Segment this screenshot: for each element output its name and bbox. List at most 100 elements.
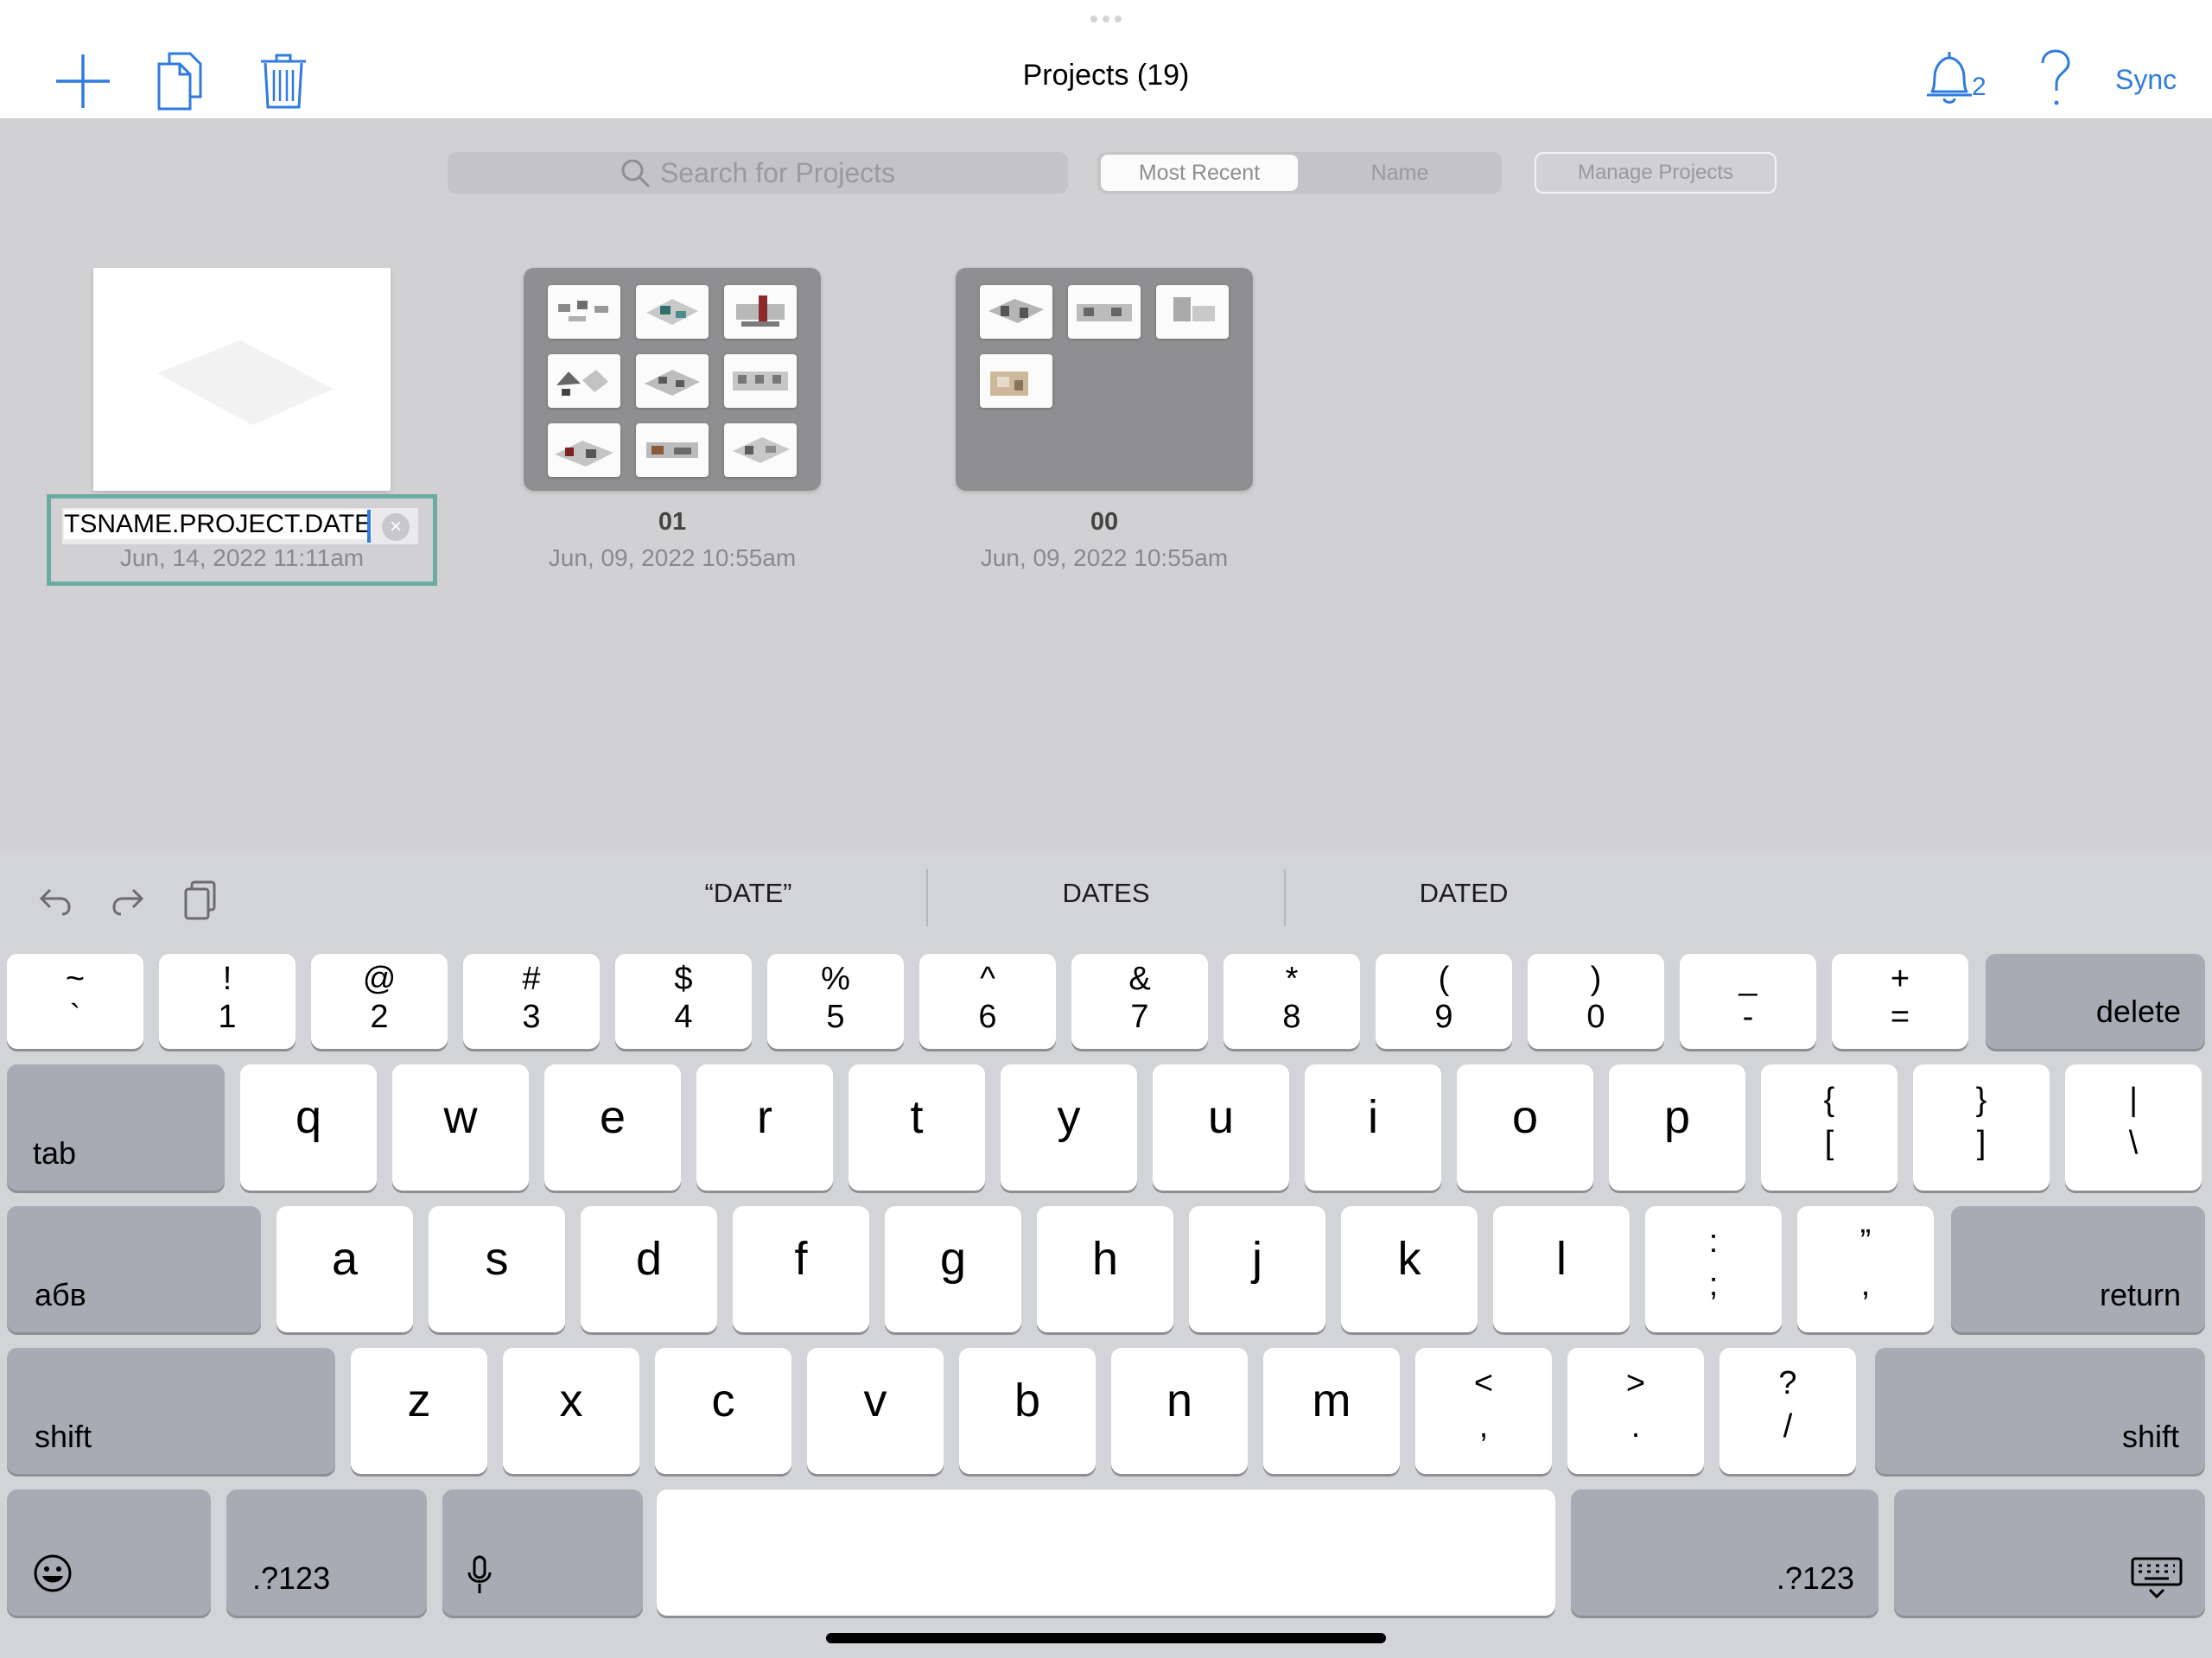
symbol-key[interactable]: }] (1913, 1064, 2050, 1191)
letter-key[interactable]: y (1001, 1064, 1137, 1191)
tab-key[interactable]: tab (7, 1064, 225, 1191)
letter-key[interactable]: h (1037, 1206, 1173, 1332)
symbol-key[interactable]: :; (1645, 1206, 1782, 1332)
keyboard-suggestion-bar: “DATE” DATES DATED (0, 852, 2212, 942)
letter-key[interactable]: g (885, 1206, 1021, 1332)
search-input[interactable]: Search for Projects (448, 152, 1068, 194)
language-switch-key[interactable]: абв (7, 1206, 261, 1332)
symbol-key[interactable]: $4 (615, 954, 752, 1049)
symbol-key[interactable]: <, (1415, 1348, 1552, 1474)
letter-key[interactable]: x (503, 1348, 639, 1474)
letter-key[interactable]: j (1189, 1206, 1325, 1332)
project-name-text[interactable]: TSNAME.PROJECT.DATE (64, 510, 372, 539)
letter-key[interactable]: n (1111, 1348, 1248, 1474)
home-indicator[interactable] (826, 1633, 1386, 1643)
delete-key[interactable]: delete (1986, 954, 2205, 1049)
layout-preview (724, 423, 797, 477)
symbol-key[interactable]: ! 1 (159, 954, 296, 1049)
project-thumbnail[interactable] (524, 268, 821, 491)
letter-key[interactable]: u (1153, 1064, 1289, 1191)
letter-key[interactable]: f (733, 1206, 869, 1332)
letter-key[interactable]: d (581, 1206, 717, 1332)
key-base-symbol: ; (1708, 1267, 1719, 1303)
search-placeholder: Search for Projects (659, 156, 896, 188)
project-name-field[interactable]: TSNAME.PROJECT.DATE × (62, 508, 418, 544)
manage-projects-button[interactable]: Manage Projects (1535, 152, 1777, 194)
window-grabber[interactable] (1090, 16, 1122, 22)
project-thumbnail[interactable] (93, 268, 391, 491)
project-name: 01 (658, 508, 687, 536)
symbol-key[interactable]: @2 (311, 954, 448, 1049)
symbol-key[interactable]: ”, (1797, 1206, 1934, 1332)
suggestion-item[interactable]: DATES (942, 878, 1270, 909)
letter-key[interactable]: t (849, 1064, 985, 1191)
symbol-key[interactable]: & 7 (1071, 954, 1208, 1049)
letter-key[interactable]: m (1263, 1348, 1400, 1474)
right-shift-key[interactable]: shift (1875, 1348, 2205, 1474)
letter-key[interactable]: v (807, 1348, 944, 1474)
symbol-key[interactable]: (9 (1376, 954, 1512, 1049)
symbol-key[interactable]: ^ 6 (919, 954, 1056, 1049)
letter-key[interactable]: k (1341, 1206, 1478, 1332)
numbers-key-right[interactable]: .?123 (1571, 1490, 1878, 1616)
clear-text-icon[interactable]: × (382, 513, 410, 541)
key-shift-symbol: : (1708, 1223, 1719, 1260)
notifications-button[interactable]: 2 (1923, 47, 2001, 116)
symbol-key[interactable]: + = (1832, 954, 1968, 1049)
suggestion-item[interactable]: DATED (1300, 878, 1628, 909)
layout-preview (548, 354, 620, 408)
letter-key[interactable]: c (655, 1348, 791, 1474)
symbol-key[interactable]: ? / (1719, 1348, 1856, 1474)
suggestion-item[interactable]: “DATE” (584, 878, 912, 909)
add-project-button[interactable] (50, 48, 116, 114)
key-letter: i (1368, 1091, 1378, 1143)
numbers-key[interactable]: .?123 (226, 1490, 427, 1616)
symbol-key[interactable]: % 5 (767, 954, 904, 1049)
key-letter: d (635, 1233, 663, 1285)
key-base-symbol: 0 (1586, 999, 1605, 1035)
symbol-key[interactable]: >. (1567, 1348, 1704, 1474)
letter-key[interactable]: p (1609, 1064, 1745, 1191)
letter-key[interactable]: q (240, 1064, 377, 1191)
symbol-key[interactable]: {[ (1761, 1064, 1897, 1191)
sort-name-option[interactable]: Name (1301, 155, 1498, 191)
key-shift-symbol: { (1823, 1082, 1835, 1118)
key-letter: s (485, 1233, 509, 1285)
letter-key[interactable]: i (1305, 1064, 1441, 1191)
redo-button[interactable] (102, 874, 154, 926)
sync-button[interactable]: Sync (2115, 60, 2188, 98)
letter-key[interactable]: b (959, 1348, 1096, 1474)
sort-most-recent-option[interactable]: Most Recent (1101, 155, 1298, 191)
symbol-key[interactable]: | \ (2065, 1064, 2202, 1191)
letter-key[interactable]: a (276, 1206, 413, 1332)
key-letter: j (1252, 1233, 1262, 1285)
symbol-key[interactable]: ~ ` (7, 954, 143, 1049)
letter-key[interactable]: e (544, 1064, 681, 1191)
key-base-symbol: = (1890, 999, 1910, 1035)
space-key[interactable] (657, 1490, 1555, 1616)
emoji-key[interactable] (7, 1490, 211, 1616)
paste-button[interactable] (175, 874, 226, 926)
key-base-symbol: 5 (826, 999, 845, 1035)
letter-key[interactable]: r (696, 1064, 833, 1191)
key-base-symbol: 9 (1434, 999, 1453, 1035)
project-thumbnail[interactable] (956, 268, 1253, 491)
letter-key[interactable]: o (1457, 1064, 1593, 1191)
undo-button[interactable] (29, 874, 81, 926)
symbol-key[interactable]: _ - (1680, 954, 1816, 1049)
letter-key[interactable]: z (351, 1348, 487, 1474)
left-shift-key[interactable]: shift (7, 1348, 335, 1474)
symbol-key[interactable]: * 8 (1224, 954, 1360, 1049)
key-shift-symbol: ^ (980, 961, 995, 997)
symbol-key[interactable]: ) 0 (1528, 954, 1664, 1049)
symbol-key[interactable]: #3 (463, 954, 600, 1049)
delete-project-button[interactable] (252, 47, 315, 116)
help-button[interactable] (2029, 48, 2081, 111)
letter-key[interactable]: w (392, 1064, 529, 1191)
duplicate-project-button[interactable] (149, 47, 211, 116)
dismiss-keyboard-key[interactable] (1894, 1490, 2205, 1616)
letter-key[interactable]: l (1493, 1206, 1630, 1332)
dictation-key[interactable] (442, 1490, 643, 1616)
letter-key[interactable]: s (429, 1206, 565, 1332)
return-key[interactable]: return (1951, 1206, 2205, 1332)
